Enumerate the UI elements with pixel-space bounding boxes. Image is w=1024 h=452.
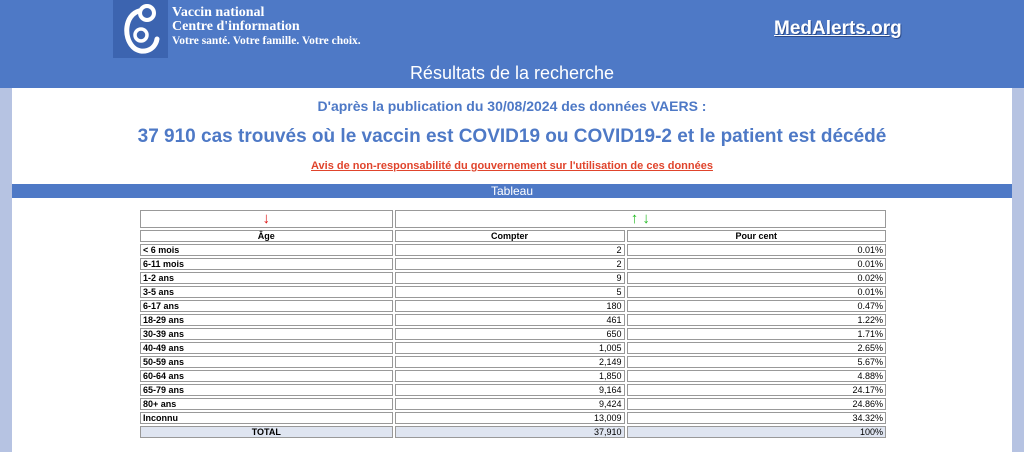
sort-row: ↓ ↑ ↓ <box>140 210 886 228</box>
site-logo[interactable] <box>113 0 168 58</box>
row-count: 9,164 <box>394 384 625 396</box>
result-headline: 37 910 cas trouvés où le vaccin est COVI… <box>137 126 887 147</box>
row-label: 1-2 ans <box>140 272 393 284</box>
row-count: 461 <box>394 314 625 326</box>
table-row: 30-39 ans 650 1.71% <box>140 328 886 340</box>
row-count: 1,005 <box>394 342 625 354</box>
table-body: < 6 mois 2 0.01% 6-11 mois 2 0.01% 1-2 ans 9 0.0… <box>140 244 886 424</box>
row-label: Inconnu <box>140 412 393 424</box>
row-label: 65-79 ans <box>140 384 393 396</box>
row-label: 30-39 ans <box>140 328 393 340</box>
table-row: 18-29 ans 461 1.22% <box>140 314 886 326</box>
table-row: 60-64 ans 1,850 4.88% <box>140 370 886 382</box>
row-label: < 6 mois <box>140 244 393 256</box>
row-label: 80+ ans <box>140 398 393 410</box>
site-name-link[interactable]: MedAlerts.org <box>774 18 902 40</box>
column-header-age: Âge <box>140 230 393 242</box>
table-row: 6-17 ans 180 0.47% <box>140 300 886 312</box>
table-row: 6-11 mois 2 0.01% <box>140 258 886 270</box>
org-tagline: Votre santé. Votre famille. Votre choix. <box>172 35 361 47</box>
page-title: Résultats de la recherche <box>409 63 615 83</box>
row-percent: 1.71% <box>626 328 886 340</box>
total-row: TOTAL 37,910 100% <box>140 426 886 438</box>
row-count: 2,149 <box>394 356 625 368</box>
sort-age-cell: ↓ <box>140 210 393 228</box>
org-name-line1: Vaccin national <box>172 5 265 20</box>
row-count: 9,424 <box>394 398 625 410</box>
org-name: Vaccin national Centre d'information Vot… <box>172 6 361 48</box>
row-label: 50-59 ans <box>140 356 393 368</box>
total-count: 37,910 <box>394 426 625 438</box>
row-label: 18-29 ans <box>140 314 393 326</box>
row-label: 40-49 ans <box>140 342 393 354</box>
row-percent: 0.01% <box>626 258 886 270</box>
table-row: 3-5 ans 5 0.01% <box>140 286 886 298</box>
row-percent: 24.86% <box>626 398 886 410</box>
tableau-bar: Tableau <box>12 184 1012 198</box>
row-percent: 0.01% <box>626 244 886 256</box>
results-table: ↓ ↑ ↓ Âge Compter Pour cent < 6 mois 2 0.0… <box>138 208 888 440</box>
row-percent: 4.88% <box>626 370 886 382</box>
row-count: 2 <box>394 244 625 256</box>
row-count: 650 <box>394 328 625 340</box>
main-content: D'après la publication du 30/08/2024 des… <box>12 88 1012 452</box>
org-name-line2: Centre d'information <box>172 19 300 34</box>
sort-up-down-arrows-icon[interactable]: ↑ ↓ <box>631 210 650 227</box>
row-count: 13,009 <box>394 412 625 424</box>
row-percent: 1.22% <box>626 314 886 326</box>
row-count: 2 <box>394 258 625 270</box>
table-row: 50-59 ans 2,149 5.67% <box>140 356 886 368</box>
row-percent: 0.01% <box>626 286 886 298</box>
sort-down-arrow-icon[interactable]: ↓ <box>263 210 271 227</box>
row-label: 6-11 mois <box>140 258 393 270</box>
row-label: 3-5 ans <box>140 286 393 298</box>
page-title-bar: Résultats de la recherche <box>0 58 1024 88</box>
row-percent: 0.02% <box>626 272 886 284</box>
row-label: 6-17 ans <box>140 300 393 312</box>
row-percent: 2.65% <box>626 342 886 354</box>
row-percent: 24.17% <box>626 384 886 396</box>
table-row: 65-79 ans 9,164 24.17% <box>140 384 886 396</box>
total-percent: 100% <box>626 426 886 438</box>
table-row: 40-49 ans 1,005 2.65% <box>140 342 886 354</box>
row-count: 5 <box>394 286 625 298</box>
row-count: 9 <box>394 272 625 284</box>
mother-child-logo-icon <box>124 4 160 54</box>
table-row: 1-2 ans 9 0.02% <box>140 272 886 284</box>
disclaimer-link[interactable]: Avis de non-responsabilité du gouverneme… <box>12 160 1012 172</box>
row-label: 60-64 ans <box>140 370 393 382</box>
results-table-wrap: ↓ ↑ ↓ Âge Compter Pour cent < 6 mois 2 0.0… <box>138 208 888 440</box>
row-count: 1,850 <box>394 370 625 382</box>
header-row: Âge Compter Pour cent <box>140 230 886 242</box>
row-percent: 0.47% <box>626 300 886 312</box>
table-row: 80+ ans 9,424 24.86% <box>140 398 886 410</box>
row-percent: 34.32% <box>626 412 886 424</box>
table-row: < 6 mois 2 0.01% <box>140 244 886 256</box>
sort-value-cell: ↑ ↓ <box>394 210 886 228</box>
row-percent: 5.67% <box>626 356 886 368</box>
table-row: Inconnu 13,009 34.32% <box>140 412 886 424</box>
row-count: 180 <box>394 300 625 312</box>
column-header-count: Compter <box>394 230 625 242</box>
site-header: Vaccin national Centre d'information Vot… <box>0 0 1024 58</box>
total-label: TOTAL <box>140 426 393 438</box>
column-header-percent: Pour cent <box>626 230 886 242</box>
publication-line: D'après la publication du 30/08/2024 des… <box>317 98 707 114</box>
